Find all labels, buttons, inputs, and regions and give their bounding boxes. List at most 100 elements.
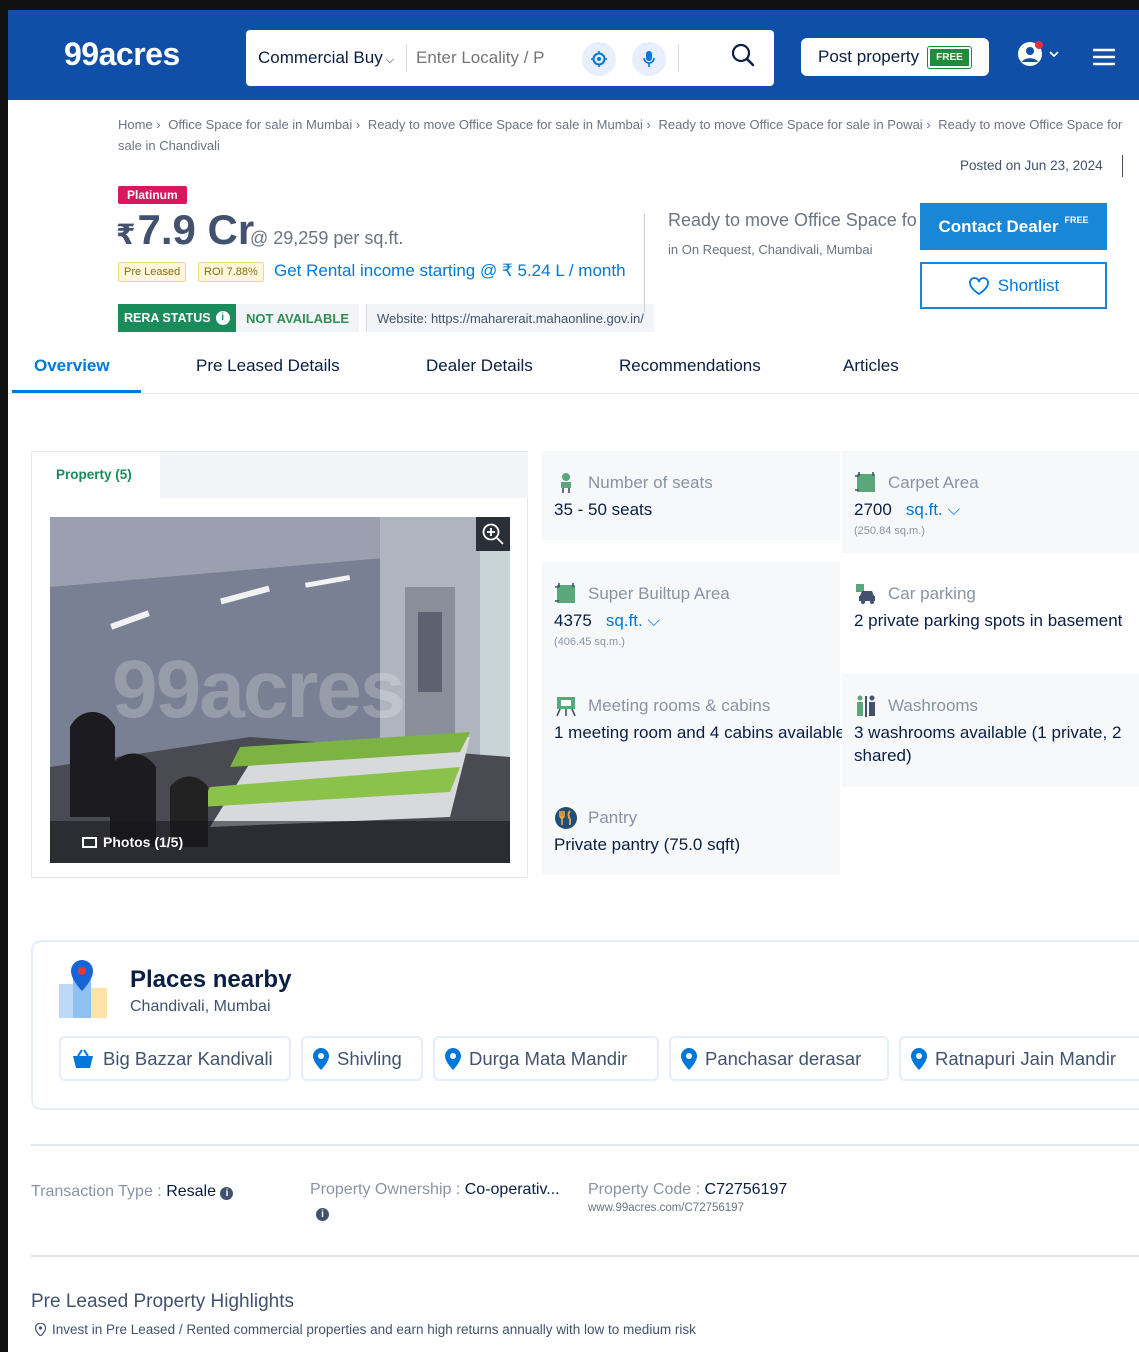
site-logo[interactable]: 99acres [64,36,180,73]
photo-count-label: Photos (1/5) [103,834,184,850]
place-name: Panchasar derasar [705,1047,862,1069]
hamburger-menu-button[interactable] [1092,48,1116,71]
place-chip[interactable]: Panchasar derasar [669,1036,889,1081]
detail-carpet-area: Carpet Area 2700 sq.ft. ⌵ (250.84 sq.m.) [842,451,1139,553]
rera-status-label: RERA STATUS [124,311,211,325]
chevron-down-icon: ⌵ [947,500,961,519]
property-photo[interactable]: 99acres Photos (1/5) [50,517,510,863]
rera-status-value: NOT AVAILABLE [236,304,360,332]
highlight-item: Invest in Pre Leased / Rented commercial… [34,1322,696,1337]
property-code: Property Code : C72756197 [588,1181,788,1198]
contact-dealer-label: Contact Dealer [938,216,1059,236]
photo-gallery: Property (5) 99acres Photos (1/5) [31,451,528,878]
meeting-rooms-label: Meeting rooms & cabins [588,696,771,715]
property-code-url[interactable]: www.99acres.com/C72756197 [588,1202,744,1214]
shortlist-label: Shortlist [997,275,1060,295]
detail-pantry: Pantry Private pantry (75.0 sqft) [542,786,840,875]
location-pin-icon [911,1047,927,1070]
info-icon: i [215,311,230,325]
breadcrumb-item[interactable]: Home › [118,117,161,132]
search-category-dropdown[interactable]: Commercial Buy ⌵ [258,48,394,68]
carpet-unit-dropdown[interactable]: sq.ft. ⌵ [906,500,960,519]
voice-search-button[interactable] [632,42,666,76]
zoom-in-icon [482,523,504,545]
post-property-label: Post property [818,47,920,66]
super-builtup-sqm: (406.45 sq.m.) [554,636,625,648]
place-name: Shivling [337,1047,402,1069]
search-button[interactable] [730,42,756,73]
place-chip[interactable]: Ratnapuri Jain Mandir [899,1036,1139,1081]
highlights-title: Pre Leased Property Highlights [31,1291,294,1312]
place-chip[interactable]: Shivling [301,1036,423,1081]
price: ₹7.9 Cr [116,206,254,254]
shopping-basket-icon [73,1048,93,1068]
platinum-badge: Platinum [118,186,187,204]
tab-recommendations[interactable]: Recommendations [619,356,761,376]
photo-count[interactable]: Photos (1/5) [50,821,510,863]
detail-car-parking: Car parking 2 private parking spots in b… [842,562,1139,654]
locate-me-button[interactable] [582,42,616,76]
locality-search-input[interactable] [416,44,561,72]
transaction-type-label: Transaction Type [31,1183,153,1200]
area-icon [555,583,575,603]
property-code-value: C72756197 [704,1181,788,1198]
gallery-tab-property[interactable]: Property (5) [32,452,160,499]
free-badge: FREE [927,45,972,69]
microphone-icon [643,51,655,67]
place-name: Ratnapuri Jain Mandir [935,1047,1116,1069]
carpet-unit-label: sq.ft. [905,500,943,519]
location-target-icon [591,51,607,67]
posted-date: Posted on Jun 23, 2024 [960,158,1103,173]
highlight-text: Invest in Pre Leased / Rented commercial… [52,1322,696,1337]
divider [31,1255,1139,1257]
roi-tag: ROI 7.88% [198,262,264,282]
carpet-area-value: 2700 sq.ft. ⌵ [854,498,960,521]
user-menu-button[interactable] [1016,40,1062,75]
active-tab-indicator [12,390,141,393]
detail-washrooms: Washrooms 3 washrooms available (1 priva… [842,674,1139,787]
info-icon[interactable]: i [316,1208,329,1221]
info-icon[interactable]: i [220,1187,234,1200]
place-chip[interactable]: Big Bazzar Kandivali [59,1036,291,1081]
places-nearby-card: Places nearby Chandivali, Mumbai Big Baz… [31,940,1139,1110]
breadcrumb-item[interactable]: Office Space for sale in Mumbai › [168,117,360,132]
zoom-button[interactable] [476,517,510,551]
shortlist-button[interactable]: Shortlist [920,262,1107,309]
user-icon [1018,41,1059,66]
property-ownership: Property Ownership : Co-operativ... [310,1181,560,1198]
rera-status-badge[interactable]: RERA STATUS i [118,304,236,332]
breadcrumb-item[interactable]: Ready to move Office Space for sale in M… [368,117,651,132]
place-chip[interactable]: Durga Mata Mandir [433,1036,659,1081]
rental-income-link[interactable]: Get Rental income starting @ ₹ 5.24 L / … [274,261,626,281]
ownership-value: Co-operativ... [464,1181,560,1198]
contact-dealer-button[interactable]: Contact Dealer FREE [920,203,1107,250]
washrooms-value: 3 washrooms available (1 private, 2 shar… [854,723,1122,765]
car-icon [856,584,875,604]
carpet-area-label: Carpet Area [888,473,979,492]
pre-leased-tag: Pre Leased [118,262,187,282]
tab-articles[interactable]: Articles [843,356,899,376]
location-pin-icon [445,1047,461,1070]
super-unit-label: sq.ft. [605,611,643,630]
tab-dealer-details[interactable]: Dealer Details [426,356,533,376]
breadcrumb-item[interactable]: Ready to move Office Space for sale in P… [658,117,930,132]
carpet-area-number: 2700 [854,500,892,519]
chevron-down-icon: ⌵ [647,611,661,630]
carpet-area-sqm: (250.84 sq.m.) [854,525,925,537]
tab-pre-leased-details[interactable]: Pre Leased Details [196,356,340,376]
super-builtup-label: Super Builtup Area [588,584,730,603]
breadcrumb: Home › Office Space for sale in Mumbai ›… [118,114,1138,156]
post-property-button[interactable]: Post property FREE [801,38,989,76]
seats-label: Number of seats [588,473,713,492]
search-divider-2 [678,44,679,72]
property-title: Ready to move Office Space for sale [668,210,918,230]
search-box: Commercial Buy ⌵ [246,30,774,86]
location-pin-icon [34,1322,47,1337]
super-unit-dropdown[interactable]: sq.ft. ⌵ [606,611,660,630]
price-value: 7.9 Cr [137,206,255,253]
rera-website[interactable]: Website: https://maharerait.mahaonline.g… [366,304,654,332]
detail-super-builtup: Super Builtup Area 4375 sq.ft. ⌵ (406.45 … [542,562,840,675]
location-pin-icon [313,1047,329,1070]
menu-icon [1093,48,1115,66]
tab-overview[interactable]: Overview [34,356,110,376]
